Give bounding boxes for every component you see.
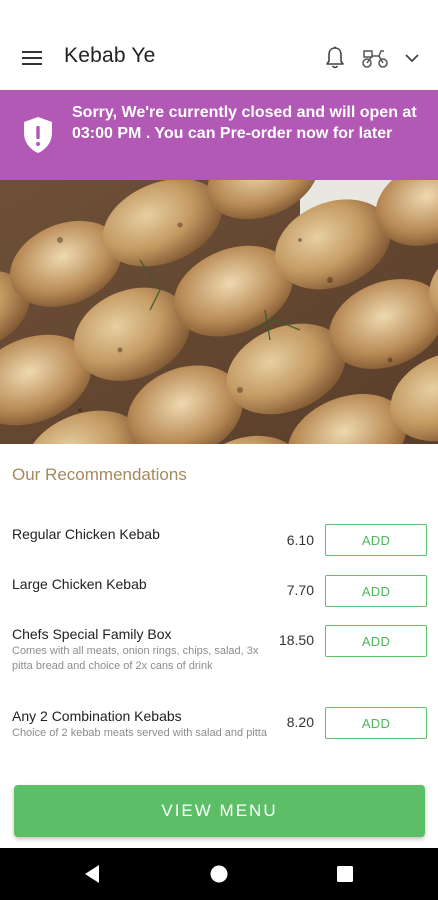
recommendations-heading: Our Recommendations — [12, 465, 187, 484]
closed-banner: Sorry, We're currently closed and will o… — [0, 90, 438, 180]
item-price: 8.20 — [286, 714, 314, 730]
chevron-down-icon — [405, 54, 419, 63]
item-description: Comes with all meats, onion rings, chips… — [12, 645, 259, 672]
delivery-mode-button[interactable] — [358, 40, 392, 76]
bell-icon — [326, 46, 344, 69]
chicken-kebab-photo — [0, 180, 438, 444]
add-button[interactable]: ADD — [325, 707, 427, 739]
item-name: Regular Chicken Kebab — [12, 526, 160, 542]
list-item: Regular Chicken Kebab 6.10 ADD — [0, 510, 438, 560]
item-name: Chefs Special Family Box — [12, 626, 172, 642]
home-icon — [210, 865, 228, 883]
item-name: Large Chicken Kebab — [12, 576, 147, 592]
closed-banner-message: Sorry, We're currently closed and will o… — [72, 104, 417, 142]
add-button[interactable]: ADD — [325, 575, 427, 607]
recent-apps-icon — [337, 866, 353, 882]
list-item: Chefs Special Family Box Comes with all … — [0, 610, 438, 692]
delivery-mode-dropdown[interactable] — [398, 40, 426, 76]
item-price: 18.50 — [278, 632, 314, 648]
add-button[interactable]: ADD — [325, 524, 427, 556]
item-description: Choice of 2 kebab meats served with sala… — [12, 727, 267, 739]
home-button[interactable] — [207, 862, 231, 886]
item-price: 6.10 — [286, 532, 314, 548]
app-title: Kebab Ye — [64, 44, 156, 67]
add-button[interactable]: ADD — [325, 625, 427, 657]
hero-image — [0, 180, 438, 444]
system-navigation-bar — [0, 848, 438, 900]
scooter-delivery-icon — [362, 50, 388, 68]
recent-apps-button[interactable] — [333, 862, 357, 886]
back-icon — [85, 865, 99, 883]
view-menu-button[interactable]: VIEW MENU — [14, 785, 425, 837]
app-bar: Kebab Ye — [0, 0, 438, 90]
notifications-button[interactable] — [320, 40, 350, 76]
list-item: Large Chicken Kebab 7.70 ADD — [0, 560, 438, 610]
back-button[interactable] — [80, 862, 104, 886]
list-item: Any 2 Combination Kebabs Choice of 2 keb… — [0, 692, 438, 752]
shield-alert-icon — [24, 117, 52, 153]
hamburger-menu-icon — [22, 51, 42, 65]
item-name: Any 2 Combination Kebabs — [12, 708, 182, 724]
menu-button[interactable] — [14, 40, 50, 76]
recommendations-list[interactable]: Regular Chicken Kebab 6.10 ADD Large Chi… — [0, 510, 438, 775]
item-price: 7.70 — [286, 582, 314, 598]
